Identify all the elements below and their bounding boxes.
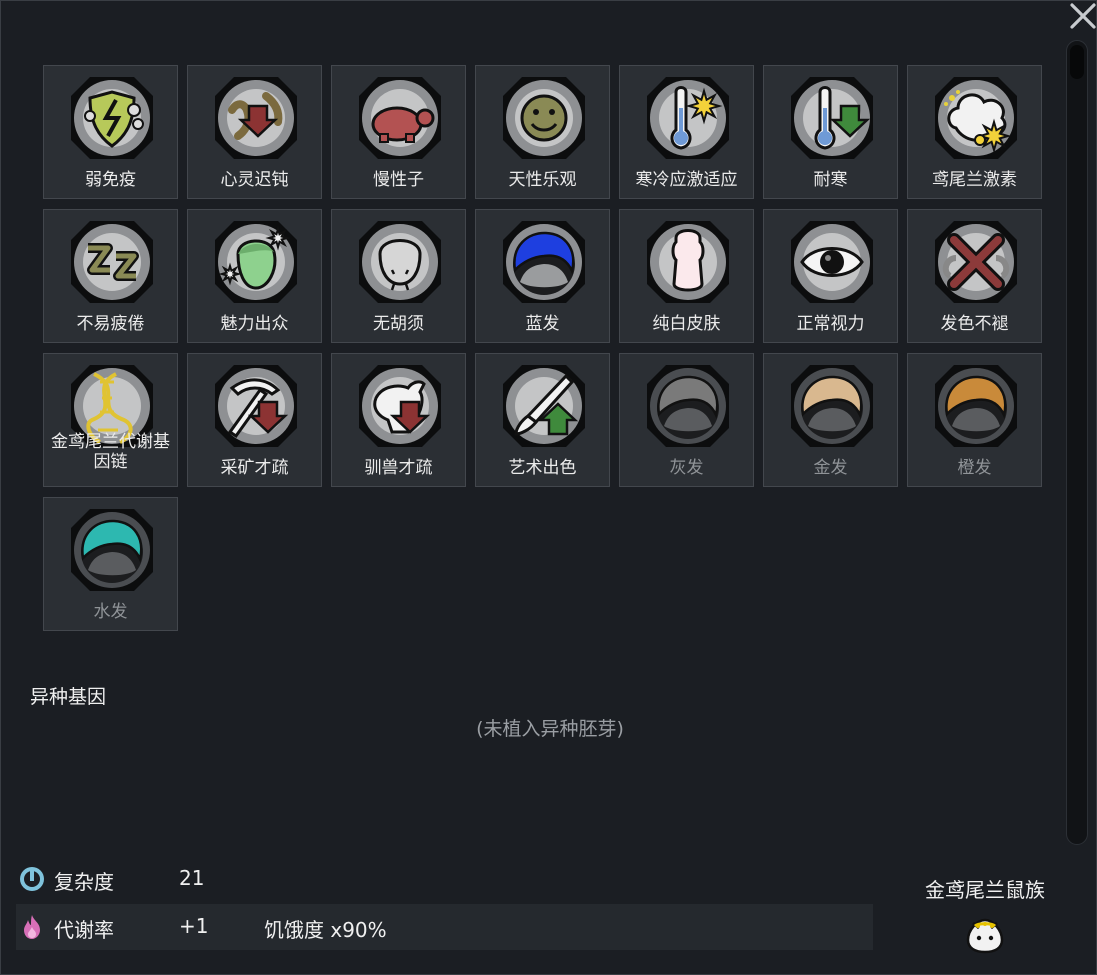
gene-label: 纯白皮肤 <box>652 314 721 334</box>
scrollbar-thumb[interactable] <box>1070 45 1084 79</box>
gene-label: 发色不褪 <box>940 314 1009 334</box>
complexity-row: 复杂度 21 <box>16 856 873 902</box>
gene-tile-gray-hair[interactable]: 灰发 <box>619 353 754 487</box>
gene-tile-white-skin[interactable]: 纯白皮肤 <box>619 209 754 343</box>
gene-label: 耐寒 <box>813 170 848 190</box>
metabolism-label: 代谢率 <box>54 918 114 942</box>
gene-tile-aqua-hair[interactable]: 水发 <box>43 497 178 631</box>
metabolism-value: +1 <box>179 914 209 938</box>
gene-tile-normal-vision[interactable]: 正常视力 <box>763 209 898 343</box>
no-hair-fade-icon <box>935 221 1017 303</box>
gene-label: 驯兽才疏 <box>364 458 433 478</box>
gene-tile-cold-resist[interactable]: 耐寒 <box>763 65 898 199</box>
complexity-value: 21 <box>179 866 205 890</box>
gene-label: 无胡须 <box>373 314 424 334</box>
close-icon <box>1070 3 1096 29</box>
no-beard-icon <box>359 221 441 303</box>
gene-label: 蓝发 <box>525 314 560 334</box>
hormone-cloud-icon <box>935 77 1017 159</box>
gene-tile-metabolic-chain[interactable]: 金鸢尾兰代谢基因链 <box>43 353 178 487</box>
gene-label: 鸢尾兰激素 <box>932 170 1017 190</box>
gene-label: 金鸢尾兰代谢基因链 <box>51 432 170 472</box>
weak-immunity-icon <box>71 77 153 159</box>
beautiful-face-icon <box>215 221 297 303</box>
gene-tile-psychic-dull[interactable]: 心灵迟钝 <box>187 65 322 199</box>
gene-label: 天性乐观 <box>508 170 577 190</box>
gene-label: 橙发 <box>957 458 992 478</box>
gene-tile-slow[interactable]: 慢性子 <box>331 65 466 199</box>
gene-tile-orange-hair[interactable]: 橙发 <box>907 353 1042 487</box>
cold-stress-icon <box>647 77 729 159</box>
turtle-icon <box>359 77 441 159</box>
gene-label: 魅力出众 <box>220 314 289 334</box>
animal-tame-icon <box>359 365 441 447</box>
gene-label: 水发 <box>93 602 128 622</box>
white-skin-icon <box>647 221 729 303</box>
psychic-dull-icon <box>215 77 297 159</box>
orange-hair-icon <box>935 365 1017 447</box>
xenotype-name: 金鸢尾兰鼠族 <box>925 878 1045 902</box>
complexity-label: 复杂度 <box>54 870 114 894</box>
gene-tile-weak-immunity[interactable]: 弱免疫 <box>43 65 178 199</box>
metabolism-flame-icon <box>24 915 40 939</box>
gene-tile-hormone[interactable]: 鸢尾兰激素 <box>907 65 1042 199</box>
gene-tile-no-beard[interactable]: 无胡须 <box>331 209 466 343</box>
smiley-icon <box>503 77 585 159</box>
eye-icon <box>791 221 873 303</box>
blue-hair-icon <box>503 221 585 303</box>
gene-grid: 弱免疫 心灵迟钝 慢性子 天性乐观 寒冷应激适应 耐寒 鸢尾兰激素 不易疲倦 魅… <box>43 65 1043 633</box>
gene-label: 不易疲倦 <box>76 314 145 334</box>
gene-tile-optimist[interactable]: 天性乐观 <box>475 65 610 199</box>
gene-tile-blue-hair[interactable]: 蓝发 <box>475 209 610 343</box>
sleep-zz-icon <box>71 221 153 303</box>
gene-tile-no-hair-fade[interactable]: 发色不褪 <box>907 209 1042 343</box>
hunger-rate: 饥饿度 x90% <box>264 918 387 942</box>
gene-tile-cold-stress[interactable]: 寒冷应激适应 <box>619 65 754 199</box>
gene-label: 正常视力 <box>796 314 865 334</box>
gene-label: 艺术出色 <box>508 458 577 478</box>
complexity-icon <box>20 867 44 891</box>
xenotype-icon[interactable] <box>962 914 1008 954</box>
gene-tile-mining-poor[interactable]: 采矿才疏 <box>187 353 322 487</box>
blond-hair-icon <box>791 365 873 447</box>
gene-tile-blond-hair[interactable]: 金发 <box>763 353 898 487</box>
gene-tile-beautiful[interactable]: 魅力出众 <box>187 209 322 343</box>
gene-tile-art-good[interactable]: 艺术出色 <box>475 353 610 487</box>
gene-tile-animals-poor[interactable]: 驯兽才疏 <box>331 353 466 487</box>
metabolism-row: 代谢率 +1 饥饿度 x90% <box>16 904 873 950</box>
gene-tile-tireless[interactable]: 不易疲倦 <box>43 209 178 343</box>
gene-label: 慢性子 <box>373 170 424 190</box>
gray-hair-icon <box>647 365 729 447</box>
gene-label: 心灵迟钝 <box>220 170 289 190</box>
aqua-hair-icon <box>71 509 153 591</box>
gene-label: 金发 <box>813 458 848 478</box>
gene-label: 灰发 <box>669 458 704 478</box>
gene-label: 采矿才疏 <box>220 458 289 478</box>
gene-label: 弱免疫 <box>85 170 136 190</box>
close-button[interactable] <box>1068 0 1097 32</box>
xenogenes-title: 异种基因 <box>30 686 107 708</box>
art-brush-icon <box>503 365 585 447</box>
gene-label: 寒冷应激适应 <box>635 170 738 190</box>
xenogenes-empty-note: (未植入异种胚芽) <box>476 718 624 740</box>
cold-resist-icon <box>791 77 873 159</box>
mining-pick-icon <box>215 365 297 447</box>
